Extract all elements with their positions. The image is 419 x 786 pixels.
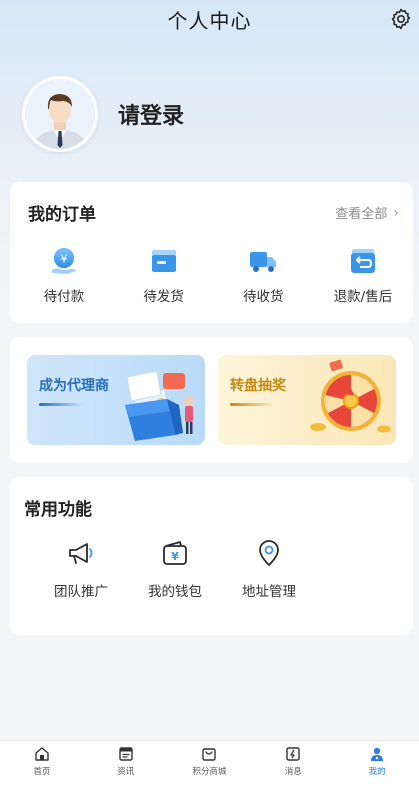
function-label: 我的钱包	[148, 584, 202, 600]
default-avatar-icon	[25, 79, 95, 149]
profile-icon	[371, 747, 384, 761]
tab-home[interactable]: 首页	[0, 741, 84, 786]
home-icon	[35, 747, 49, 761]
gift-box-illustration	[125, 370, 194, 441]
order-item-pending-receipt[interactable]: 待收货	[223, 246, 303, 305]
order-item-label: 退款/售后	[333, 289, 393, 305]
pending-shipment-icon	[151, 250, 176, 272]
decorative-bar	[39, 403, 83, 406]
svg-text:¥: ¥	[171, 550, 179, 563]
become-agent-banner[interactable]: 成为代理商	[27, 355, 205, 445]
tab-label: 消息	[284, 767, 302, 777]
gear-icon[interactable]	[389, 7, 413, 31]
pending-payment-icon: ¥	[52, 248, 76, 274]
decorative-bar	[230, 403, 274, 406]
promo-card: 成为代理商 转盘抽奖	[10, 337, 413, 463]
chevron-right-icon: ›	[393, 204, 399, 221]
team-promotion-item[interactable]: 团队推广	[34, 539, 128, 600]
message-icon	[286, 747, 300, 761]
tab-profile[interactable]: 我的	[335, 741, 419, 786]
location-pin-icon	[259, 540, 279, 566]
order-item-label: 待收货	[243, 289, 284, 305]
lottery-label: 转盘抽奖	[230, 378, 286, 394]
tab-label: 资讯	[117, 767, 135, 777]
top-bar: 个人中心	[0, 0, 419, 38]
tab-label: 积分商城	[192, 767, 227, 777]
points-mall-icon	[202, 748, 217, 761]
truck-icon	[250, 252, 277, 272]
prize-wheel-illustration	[310, 359, 391, 433]
order-item-label: 待付款	[43, 289, 85, 305]
orders-card: 我的订单 查看全部 › ¥ 待付款 待发货 待收货 退款/售后	[10, 182, 413, 323]
view-all-label: 查看全部	[335, 207, 388, 222]
news-icon	[118, 747, 133, 761]
orders-title: 我的订单	[28, 205, 96, 225]
wallet-icon: ¥	[163, 541, 187, 565]
page-title: 个人中心	[167, 8, 252, 33]
order-item-pending-shipment[interactable]: 待发货	[124, 246, 204, 305]
avatar[interactable]	[22, 76, 98, 152]
profile-section[interactable]: 请登录	[22, 76, 184, 152]
tab-news[interactable]: 资讯	[84, 741, 168, 786]
order-item-pending-payment[interactable]: ¥ 待付款	[24, 246, 104, 305]
megaphone-icon	[69, 543, 93, 564]
become-agent-label: 成为代理商	[39, 378, 109, 394]
refund-icon	[350, 249, 375, 273]
bottom-tab-bar: 首页 资讯 积分商城 消息 我的	[0, 740, 419, 786]
view-all-orders-link[interactable]: 查看全部 ›	[335, 203, 399, 223]
common-functions-card: 常用功能 团队推广 ¥ 我的钱包 地址管理	[10, 477, 413, 635]
lottery-wheel-banner[interactable]: 转盘抽奖	[218, 355, 396, 445]
address-management-item[interactable]: 地址管理	[222, 539, 316, 600]
tab-points-mall[interactable]: 积分商城	[168, 741, 252, 786]
functions-title: 常用功能	[24, 500, 92, 520]
tab-messages[interactable]: 消息	[251, 741, 335, 786]
tab-label: 我的	[368, 767, 386, 777]
order-item-refund[interactable]: 退款/售后	[323, 246, 403, 305]
my-wallet-item[interactable]: ¥ 我的钱包	[128, 539, 222, 600]
svg-text:¥: ¥	[61, 253, 68, 266]
function-label: 团队推广	[54, 584, 108, 600]
tab-label: 首页	[33, 767, 51, 777]
function-label: 地址管理	[242, 584, 296, 600]
order-item-label: 待发货	[143, 289, 184, 305]
login-link[interactable]: 请登录	[118, 98, 184, 130]
